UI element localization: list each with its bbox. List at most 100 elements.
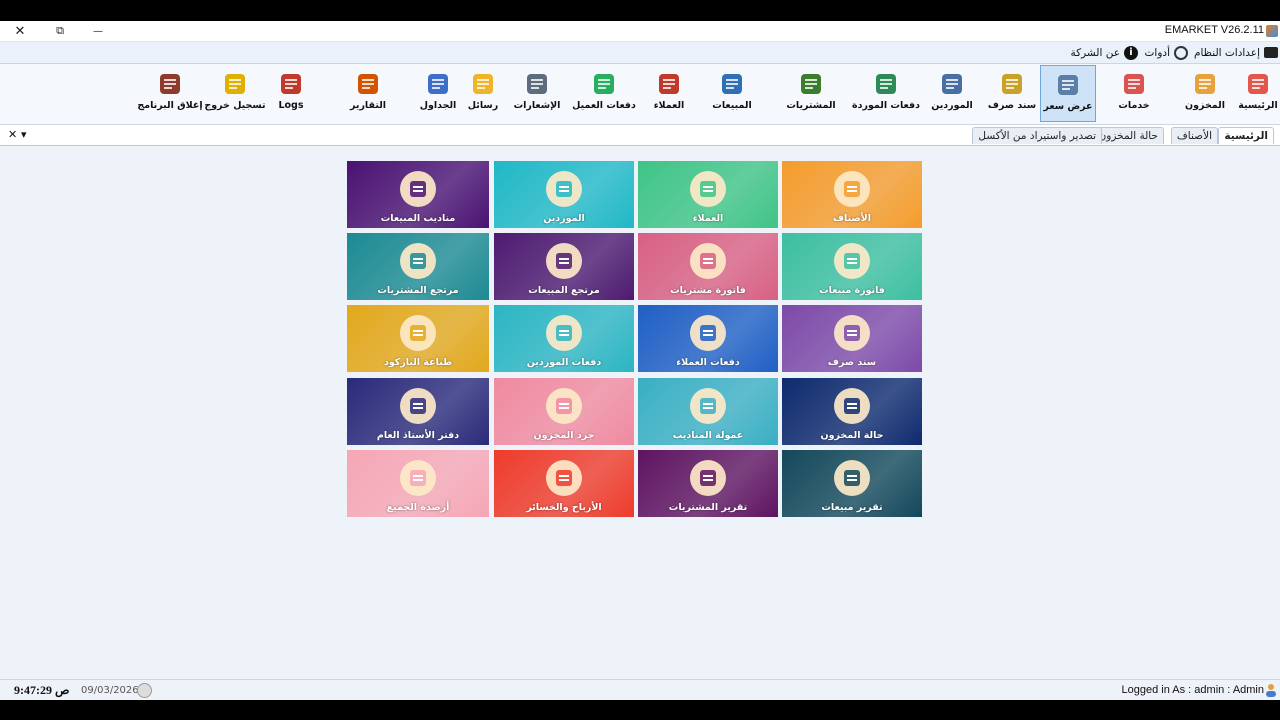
reports-chart-icon	[355, 71, 381, 97]
ribbon-button-logs-file[interactable]: Logs	[263, 65, 319, 122]
ribbon-button-sales-cart[interactable]: المبيعات	[704, 65, 760, 122]
tile-money-bill[interactable]: فاتورة مبيعات	[782, 233, 922, 300]
tile-profit-loss[interactable]: الأرباح والخسائر	[494, 450, 634, 517]
ribbon-button-customer-payment[interactable]: دفعات العميل	[572, 65, 636, 122]
ribbon-label: المخزون	[1185, 100, 1225, 111]
ribbon-button-warehouse[interactable]: المخزون	[1177, 65, 1233, 122]
status-date: 09/03/2026	[81, 685, 139, 696]
tile-label: دفتر الأستاذ العام	[376, 430, 460, 441]
tables-grid-icon	[425, 71, 451, 97]
ribbon-label: العملاء	[653, 100, 685, 111]
tile-label: مرتجع المبيعات	[528, 285, 600, 296]
ribbon-label: رسائل	[467, 100, 499, 111]
ribbon-label: الإشعارات	[513, 100, 561, 111]
menu-label: أدوات	[1144, 46, 1170, 59]
ribbon-label: Logs	[278, 100, 304, 111]
ribbon-button-exit-door[interactable]: إغلاق البرنامج	[137, 65, 203, 122]
tile-coins[interactable]: مرتجع المبيعات	[494, 233, 634, 300]
coins-icon	[545, 242, 583, 280]
ledger-icon	[399, 387, 437, 425]
ribbon-button-cash-voucher[interactable]: سند صرف	[984, 65, 1040, 122]
tile-box[interactable]: الأصناف	[782, 161, 922, 228]
tile-label: سند صرف	[827, 357, 877, 368]
ribbon-button-lock[interactable]: تسجيل خروج	[204, 65, 266, 122]
tile-label: تقرير مبيعات	[821, 502, 883, 513]
ribbon-button-tables-grid[interactable]: الجداول	[410, 65, 466, 122]
app-logo-icon	[1266, 25, 1278, 37]
money-bag-icon	[833, 314, 871, 352]
info-icon: i	[1124, 45, 1138, 60]
gear-icon	[1174, 45, 1188, 60]
customer-card-icon	[689, 170, 727, 208]
menu-tools[interactable]: أدوات	[1145, 44, 1188, 61]
ribbon-button-purchases[interactable]: المشتريات	[783, 65, 839, 122]
tile-purchase-report[interactable]: تقرير المشتريات	[638, 450, 778, 517]
tab-excel-import-export[interactable]: تصدير واستيراد من الأكسل	[972, 127, 1102, 144]
sms-envelope-icon	[470, 71, 496, 97]
title-bar: ✕ ⧉ — EMARKET V26.2.11	[0, 21, 1280, 42]
ribbon-label: الموردين	[931, 100, 973, 111]
tab-list-dropdown[interactable]: ▾	[21, 128, 27, 141]
customer-payment-icon	[591, 71, 617, 97]
tile-invoice[interactable]: فاتورة مشتريات	[638, 233, 778, 300]
ribbon-label: إغلاق البرنامج	[137, 100, 203, 111]
menu-about[interactable]: عن الشركة i	[1070, 44, 1138, 61]
tile-worker[interactable]: الموردين	[494, 161, 634, 228]
tile-inventory-arrows[interactable]: جرد المخزون	[494, 378, 634, 445]
purchase-report-icon	[689, 459, 727, 497]
green-box-icon	[399, 242, 437, 280]
tab-strip: ✕ ▾ الرئيسية الأصناف حالة المخزون تصدير …	[0, 125, 1280, 146]
tile-commission-hand[interactable]: عمولة المناديب	[638, 378, 778, 445]
ribbon-button-house[interactable]: الرئيسية	[1230, 65, 1280, 122]
money-bill-icon	[833, 242, 871, 280]
ribbon-button-customers[interactable]: العملاء	[641, 65, 697, 122]
window-title: EMARKET V26.2.11	[1164, 24, 1264, 36]
tile-label: دفعات العملاء	[676, 357, 740, 368]
tile-sales-rep[interactable]: مناديب المبيعات	[347, 161, 489, 228]
menu-label: عن الشركة	[1070, 46, 1120, 59]
tile-barcode[interactable]: طباعة الباركود	[347, 305, 489, 372]
tile-balances[interactable]: أرصدة الجميع	[347, 450, 489, 517]
ribbon-button-supplier-payment[interactable]: دفعات الموردة	[852, 65, 920, 122]
tile-ledger[interactable]: دفتر الأستاذ العام	[347, 378, 489, 445]
ribbon-button-supplier[interactable]: الموردين	[924, 65, 980, 122]
tile-label: فاتورة مشتريات	[670, 285, 746, 296]
ribbon-button-reports-chart[interactable]: التقارير	[340, 65, 396, 122]
tile-label: فاتورة مبيعات	[819, 285, 885, 296]
tile-customer-card[interactable]: العملاء	[638, 161, 778, 228]
inventory-arrows-icon	[545, 387, 583, 425]
barcode-icon	[399, 314, 437, 352]
tab-items[interactable]: الأصناف	[1170, 127, 1218, 144]
sales-report-icon	[833, 459, 871, 497]
ribbon-label: المبيعات	[712, 100, 752, 111]
sales-cart-icon	[719, 71, 745, 97]
gift-icon	[1121, 71, 1147, 97]
restore-window-button[interactable]: ⧉	[42, 21, 78, 41]
menu-system-settings[interactable]: إعدادات النظام	[1194, 44, 1278, 61]
ribbon-toolbar: الرئيسية المخزون خدمات عرض سعر سند صرف المورد…	[0, 64, 1280, 125]
tile-label: تقرير المشتريات	[668, 502, 748, 513]
ribbon-button-price-quote[interactable]: عرض سعر	[1040, 65, 1096, 122]
warehouse-icon	[1192, 71, 1218, 97]
tile-stock-status[interactable]: حالة المخزون	[782, 378, 922, 445]
tile-money-bag[interactable]: سند صرف	[782, 305, 922, 372]
clock-time: 9:47:29 ص	[14, 683, 70, 697]
house-icon	[1245, 71, 1271, 97]
ribbon-button-gift[interactable]: خدمات	[1106, 65, 1162, 122]
commission-hand-icon	[689, 387, 727, 425]
tab-home[interactable]: الرئيسية	[1218, 127, 1274, 144]
tile-customer-pay[interactable]: دفعات العملاء	[638, 305, 778, 372]
supplier-pay-icon	[545, 314, 583, 352]
tab-stock-status[interactable]: حالة المخزون	[1092, 127, 1164, 144]
menu-label: إعدادات النظام	[1193, 46, 1260, 59]
minimize-window-button[interactable]: —	[80, 21, 116, 41]
close-tab-button[interactable]: ✕	[8, 128, 17, 141]
tile-green-box[interactable]: مرتجع المشتريات	[347, 233, 489, 300]
tile-supplier-pay[interactable]: دفعات الموردين	[494, 305, 634, 372]
close-window-button[interactable]: ✕	[2, 21, 38, 41]
ribbon-label: الجداول	[419, 100, 457, 111]
ribbon-button-notifications[interactable]: الإشعارات	[509, 65, 565, 122]
tile-label: مرتجع المشتريات	[377, 285, 459, 296]
logged-in-user: Logged in As : admin : Admin	[1121, 684, 1264, 696]
tile-sales-report[interactable]: تقرير مبيعات	[782, 450, 922, 517]
